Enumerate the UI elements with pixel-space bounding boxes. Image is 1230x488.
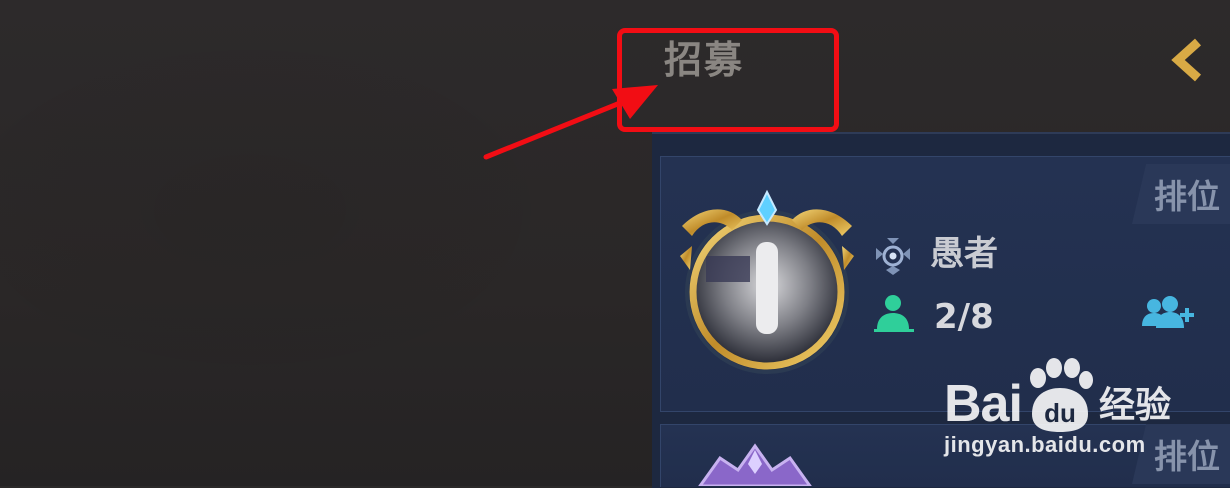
avatar[interactable] <box>690 440 820 486</box>
team-count: 2/8 <box>934 297 994 337</box>
chevron-left-icon[interactable] <box>1168 36 1208 84</box>
avatar[interactable] <box>672 186 862 376</box>
player-name: 愚者 <box>930 234 998 274</box>
watermark-url: jingyan.baidu.com <box>944 432 1146 457</box>
people-icon <box>874 295 914 332</box>
annotation-arrow-icon <box>483 85 658 160</box>
watermark-jingyan: 经验 <box>1099 385 1172 426</box>
watermark: Bai du 经验 jingyan.baidu.com <box>944 356 1214 466</box>
mode-tag: 排位 <box>1132 164 1230 224</box>
paw-text: du <box>1044 398 1076 428</box>
watermark-logo-text: Bai <box>944 375 1023 433</box>
rank-emblem-icon <box>876 238 910 275</box>
paw-icon: du <box>1030 358 1093 432</box>
add-group-icon[interactable] <box>1140 294 1196 334</box>
